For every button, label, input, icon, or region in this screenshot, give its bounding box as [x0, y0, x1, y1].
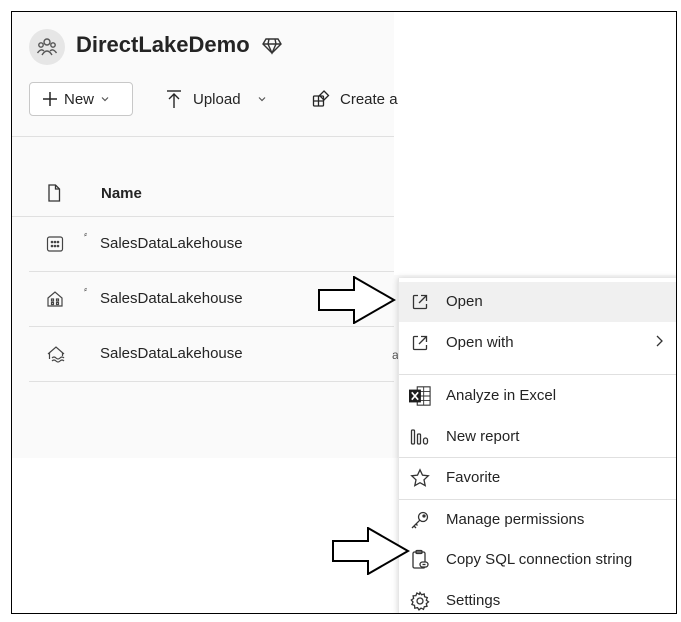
chevron-right-icon	[654, 334, 664, 353]
menu-item-copy-sql-connection-string[interactable]: Copy SQL connection string	[399, 540, 676, 580]
menu-item-manage-permissions[interactable]: Manage permissions	[399, 500, 676, 540]
lakehouse-icon	[47, 346, 65, 363]
plus-icon	[43, 92, 57, 106]
blank-area	[394, 12, 676, 275]
table-header: Name	[12, 172, 394, 217]
upload-button-label: Upload	[193, 90, 241, 108]
item-name[interactable]: SalesDataLakehouse	[100, 345, 243, 362]
key-icon	[409, 509, 431, 531]
annotation-arrow-copy-sql	[332, 527, 410, 575]
workspace-title: DirectLakeDemo	[76, 32, 250, 57]
menu-item-analyze-in-excel[interactable]: Analyze in Excel	[399, 376, 676, 416]
menu-item-label: Manage permissions	[446, 511, 585, 528]
create-app-button[interactable]: Create a	[312, 86, 398, 112]
menu-item-label: New report	[446, 428, 520, 445]
sparkle-icon: ⸗	[84, 229, 87, 239]
clipboard-link-icon	[409, 549, 431, 571]
menu-item-label: Open	[446, 293, 483, 310]
menu-item-new-report[interactable]: New report	[399, 417, 676, 457]
open-external-icon	[409, 291, 431, 313]
menu-item-settings[interactable]: Settings	[399, 581, 676, 613]
menu-item-label: Open with	[446, 334, 514, 351]
menu-item-label: Copy SQL connection string	[446, 551, 633, 568]
item-name[interactable]: SalesDataLakehouse	[100, 235, 243, 252]
sparkle-icon: ⸗	[84, 284, 87, 294]
chevron-down-icon	[101, 97, 109, 102]
table-row[interactable]: SalesDataLakehouse	[29, 327, 394, 382]
toolbar-divider	[12, 136, 394, 137]
menu-item-label: Favorite	[446, 469, 501, 486]
create-app-icon	[312, 90, 330, 107]
screenshot-frame: DirectLakeDemo New Upload Create a Name …	[11, 11, 677, 614]
annotation-arrow-open	[318, 276, 396, 324]
context-menu: Open Open with Analyze in Excel New repo…	[398, 278, 676, 613]
menu-item-label: Analyze in Excel	[446, 387, 557, 404]
menu-divider	[399, 374, 676, 375]
new-button[interactable]: New	[29, 82, 133, 116]
workspace-people-icon	[29, 29, 65, 65]
sql-endpoint-icon	[46, 236, 64, 252]
excel-icon	[409, 385, 431, 407]
open-external-icon	[409, 332, 431, 354]
menu-item-label: Settings	[446, 592, 501, 609]
gear-icon	[409, 590, 431, 612]
upload-icon	[167, 90, 181, 108]
semantic-model-icon	[47, 291, 63, 307]
name-column-header[interactable]: Name	[101, 185, 142, 202]
create-app-label: Create a	[340, 90, 398, 108]
star-icon	[409, 467, 431, 489]
menu-item-open[interactable]: Open	[399, 282, 676, 322]
menu-item-favorite[interactable]: Favorite	[399, 458, 676, 498]
diamond-premium-icon[interactable]	[262, 37, 282, 60]
table-row[interactable]: ⸗ SalesDataLakehouse	[29, 217, 394, 272]
item-name[interactable]: SalesDataLakehouse	[100, 290, 243, 307]
menu-item-open-with[interactable]: Open with	[399, 323, 676, 363]
chevron-down-icon	[258, 97, 265, 102]
new-button-label: New	[64, 90, 95, 108]
report-bars-icon	[409, 426, 431, 448]
document-icon	[48, 184, 61, 202]
upload-button[interactable]: Upload	[165, 86, 267, 112]
